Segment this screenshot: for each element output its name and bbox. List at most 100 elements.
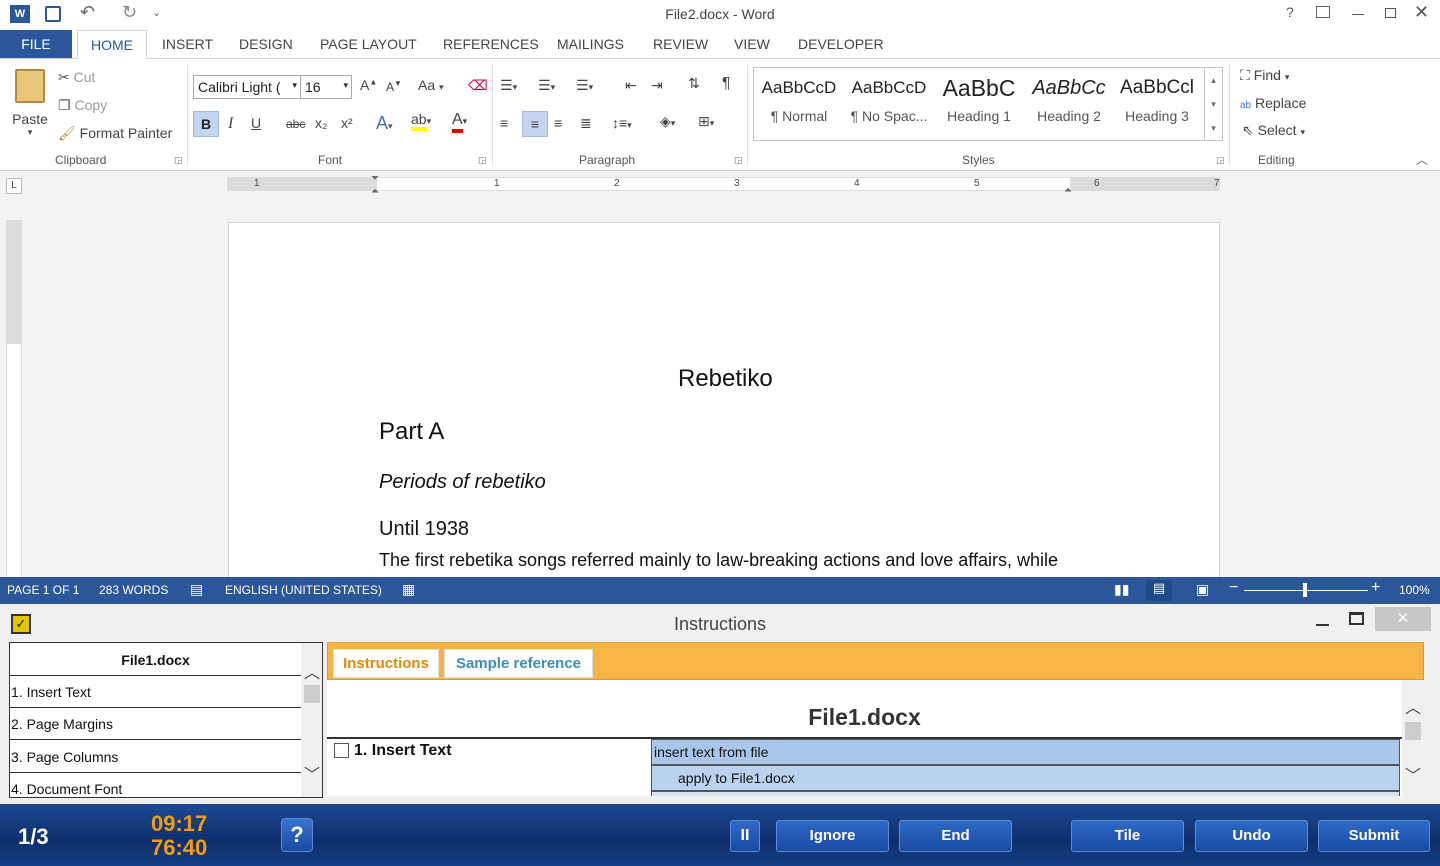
dialog-launcher-icon[interactable]: ◲ bbox=[478, 155, 487, 166]
subscript-button[interactable]: x₂ bbox=[315, 115, 327, 131]
replace-button[interactable]: ab Replace bbox=[1240, 95, 1306, 111]
tab-references[interactable]: REFERENCES bbox=[443, 36, 539, 52]
shrink-font-button[interactable]: A▼ bbox=[386, 79, 402, 94]
zoom-in-icon[interactable]: + bbox=[1371, 579, 1380, 597]
align-left-icon[interactable]: ≡ bbox=[500, 115, 508, 131]
doc-body[interactable]: The first rebetika songs referred mainly… bbox=[379, 550, 1099, 571]
indent-marker[interactable]: ⏶ bbox=[371, 186, 379, 197]
restore-icon[interactable] bbox=[1385, 8, 1396, 18]
tab-file[interactable]: FILE bbox=[0, 30, 72, 58]
scroll-down-icon[interactable]: ﹀ bbox=[304, 761, 320, 785]
proofing-icon[interactable]: ▤ bbox=[190, 581, 203, 598]
scroll-thumb[interactable] bbox=[1405, 722, 1421, 740]
zoom-level[interactable]: 100% bbox=[1399, 583, 1430, 597]
style-no-spacing[interactable]: AaBbCcD ¶ No Spac... bbox=[844, 72, 934, 124]
multilevel-list-icon[interactable]: ☰▾ bbox=[576, 77, 593, 94]
help-button[interactable]: ? bbox=[281, 818, 313, 852]
task-list-item[interactable]: 4. Document Font bbox=[10, 773, 301, 797]
tab-sample-reference[interactable]: Sample reference bbox=[444, 649, 593, 678]
find-button[interactable]: ⛶ Find ▾ bbox=[1240, 67, 1289, 84]
scroll-down-icon[interactable]: ﹀ bbox=[1405, 762, 1421, 786]
tab-insert[interactable]: INSERT bbox=[162, 36, 213, 52]
page-count[interactable]: PAGE 1 OF 1 bbox=[7, 583, 79, 597]
doc-subtitle[interactable]: Periods of rebetiko bbox=[379, 471, 546, 494]
tab-page-layout[interactable]: PAGE LAYOUT bbox=[320, 36, 417, 52]
minimize-icon[interactable] bbox=[1352, 14, 1364, 15]
document-area[interactable]: Rebetiko Part A Periods of rebetiko Unti… bbox=[0, 202, 1440, 577]
underline-button[interactable]: U bbox=[251, 115, 261, 131]
task-list-item[interactable]: 3. Page Columns bbox=[10, 741, 301, 773]
ignore-button[interactable]: Ignore bbox=[776, 820, 889, 852]
doc-part-heading[interactable]: Part A bbox=[379, 418, 444, 446]
cut-button[interactable]: ✂ Cut bbox=[58, 69, 95, 86]
tab-selector[interactable]: L bbox=[6, 178, 22, 194]
print-layout-icon[interactable]: ▤ bbox=[1146, 580, 1172, 601]
dialog-launcher-icon[interactable]: ◲ bbox=[174, 155, 183, 166]
align-right-icon[interactable]: ≡ bbox=[554, 115, 562, 131]
font-color-icon[interactable]: A▾ bbox=[452, 111, 467, 133]
style-heading-3[interactable]: AaBbCcl Heading 3 bbox=[1114, 72, 1200, 124]
collapse-ribbon-icon[interactable]: ︿ bbox=[1416, 151, 1428, 168]
style-heading-2[interactable]: AaBbCc Heading 2 bbox=[1024, 72, 1114, 124]
indent-marker[interactable]: ⏷ bbox=[371, 173, 379, 184]
dialog-launcher-icon[interactable]: ◲ bbox=[734, 155, 743, 166]
tab-developer[interactable]: DEVELOPER bbox=[798, 36, 884, 52]
document-page[interactable]: Rebetiko Part A Periods of rebetiko Unti… bbox=[228, 222, 1220, 577]
scroll-up-icon[interactable]: ︿ bbox=[304, 659, 320, 683]
strikethrough-button[interactable]: abc bbox=[286, 117, 305, 131]
bullets-icon[interactable]: ☰▾ bbox=[500, 77, 517, 94]
tab-view[interactable]: VIEW bbox=[734, 36, 770, 52]
sort-icon[interactable]: ⇅ bbox=[688, 75, 700, 92]
web-layout-icon[interactable]: ▣ bbox=[1196, 581, 1209, 598]
tab-instructions[interactable]: Instructions bbox=[333, 649, 439, 678]
tab-home[interactable]: HOME bbox=[77, 30, 147, 59]
style-normal[interactable]: AaBbCcD ¶ Normal bbox=[754, 72, 844, 124]
close-icon[interactable]: ✕ bbox=[1414, 2, 1429, 23]
clear-formatting-icon[interactable]: ⌫ bbox=[468, 77, 488, 94]
right-indent-marker[interactable]: ⏶ bbox=[1064, 185, 1072, 196]
align-center-icon[interactable]: ≡ bbox=[522, 111, 548, 137]
justify-icon[interactable]: ≣ bbox=[580, 115, 592, 132]
zoom-thumb[interactable] bbox=[1303, 583, 1307, 597]
text-effects-icon[interactable]: A▾ bbox=[376, 113, 393, 134]
italic-button[interactable]: I bbox=[228, 115, 233, 133]
tile-button[interactable]: Tile bbox=[1071, 820, 1184, 852]
dialog-launcher-icon[interactable]: ◲ bbox=[1216, 155, 1225, 166]
superscript-button[interactable]: x² bbox=[341, 115, 353, 131]
tab-design[interactable]: DESIGN bbox=[239, 36, 293, 52]
select-button[interactable]: ⇖ Select ▾ bbox=[1242, 122, 1305, 139]
submit-button[interactable]: Submit bbox=[1318, 820, 1430, 852]
close-button[interactable]: ✕ bbox=[1375, 607, 1431, 631]
bold-button[interactable]: B bbox=[193, 111, 219, 137]
shading-icon[interactable]: ◈▾ bbox=[660, 113, 675, 130]
task-list-item[interactable]: 1. Insert Text bbox=[10, 676, 301, 708]
format-painter-button[interactable]: 🖌 Format Painter bbox=[58, 125, 172, 142]
undo-button[interactable]: Undo bbox=[1195, 820, 1308, 852]
word-count[interactable]: 283 WORDS bbox=[99, 583, 168, 597]
line-spacing-icon[interactable]: ↕≡▾ bbox=[612, 115, 632, 131]
help-button[interactable]: ? bbox=[1286, 4, 1294, 20]
highlight-icon[interactable]: ab▾ bbox=[411, 111, 431, 131]
doc-title[interactable]: Rebetiko bbox=[678, 365, 773, 393]
read-mode-icon[interactable]: ▮▮ bbox=[1114, 581, 1129, 598]
styles-scroll[interactable]: ▴ ▾ ▾ bbox=[1204, 68, 1222, 140]
language[interactable]: ENGLISH (UNITED STATES) bbox=[225, 583, 382, 597]
macro-icon[interactable]: ▦ bbox=[402, 581, 415, 598]
tab-mailings[interactable]: MAILINGS bbox=[557, 36, 624, 52]
copy-button[interactable]: ❐ Copy bbox=[58, 97, 107, 114]
horizontal-ruler[interactable]: L 1 1 2 3 4 5 6 7 ⏷ ⏶ ⏶ bbox=[0, 172, 1440, 202]
change-case-button[interactable]: Aa ▾ bbox=[418, 77, 444, 93]
minimize-icon[interactable] bbox=[1316, 624, 1329, 626]
task-list-item[interactable]: 2. Page Margins bbox=[10, 708, 301, 740]
show-formatting-icon[interactable]: ¶ bbox=[722, 75, 731, 93]
ribbon-display-icon[interactable] bbox=[1316, 6, 1330, 18]
zoom-out-icon[interactable]: − bbox=[1229, 579, 1238, 597]
style-heading-1[interactable]: AaBbC Heading 1 bbox=[934, 72, 1024, 124]
scroll-up-icon[interactable]: ︿ bbox=[1405, 694, 1421, 718]
borders-icon[interactable]: ⊞▾ bbox=[698, 113, 714, 130]
font-name-combo[interactable]: Calibri Light (▾ bbox=[193, 75, 301, 99]
decrease-indent-icon[interactable]: ⇤ bbox=[625, 77, 637, 94]
numbering-icon[interactable]: ☰▾ bbox=[538, 77, 555, 94]
end-button[interactable]: End bbox=[899, 820, 1012, 852]
increase-indent-icon[interactable]: ⇥ bbox=[651, 77, 663, 94]
